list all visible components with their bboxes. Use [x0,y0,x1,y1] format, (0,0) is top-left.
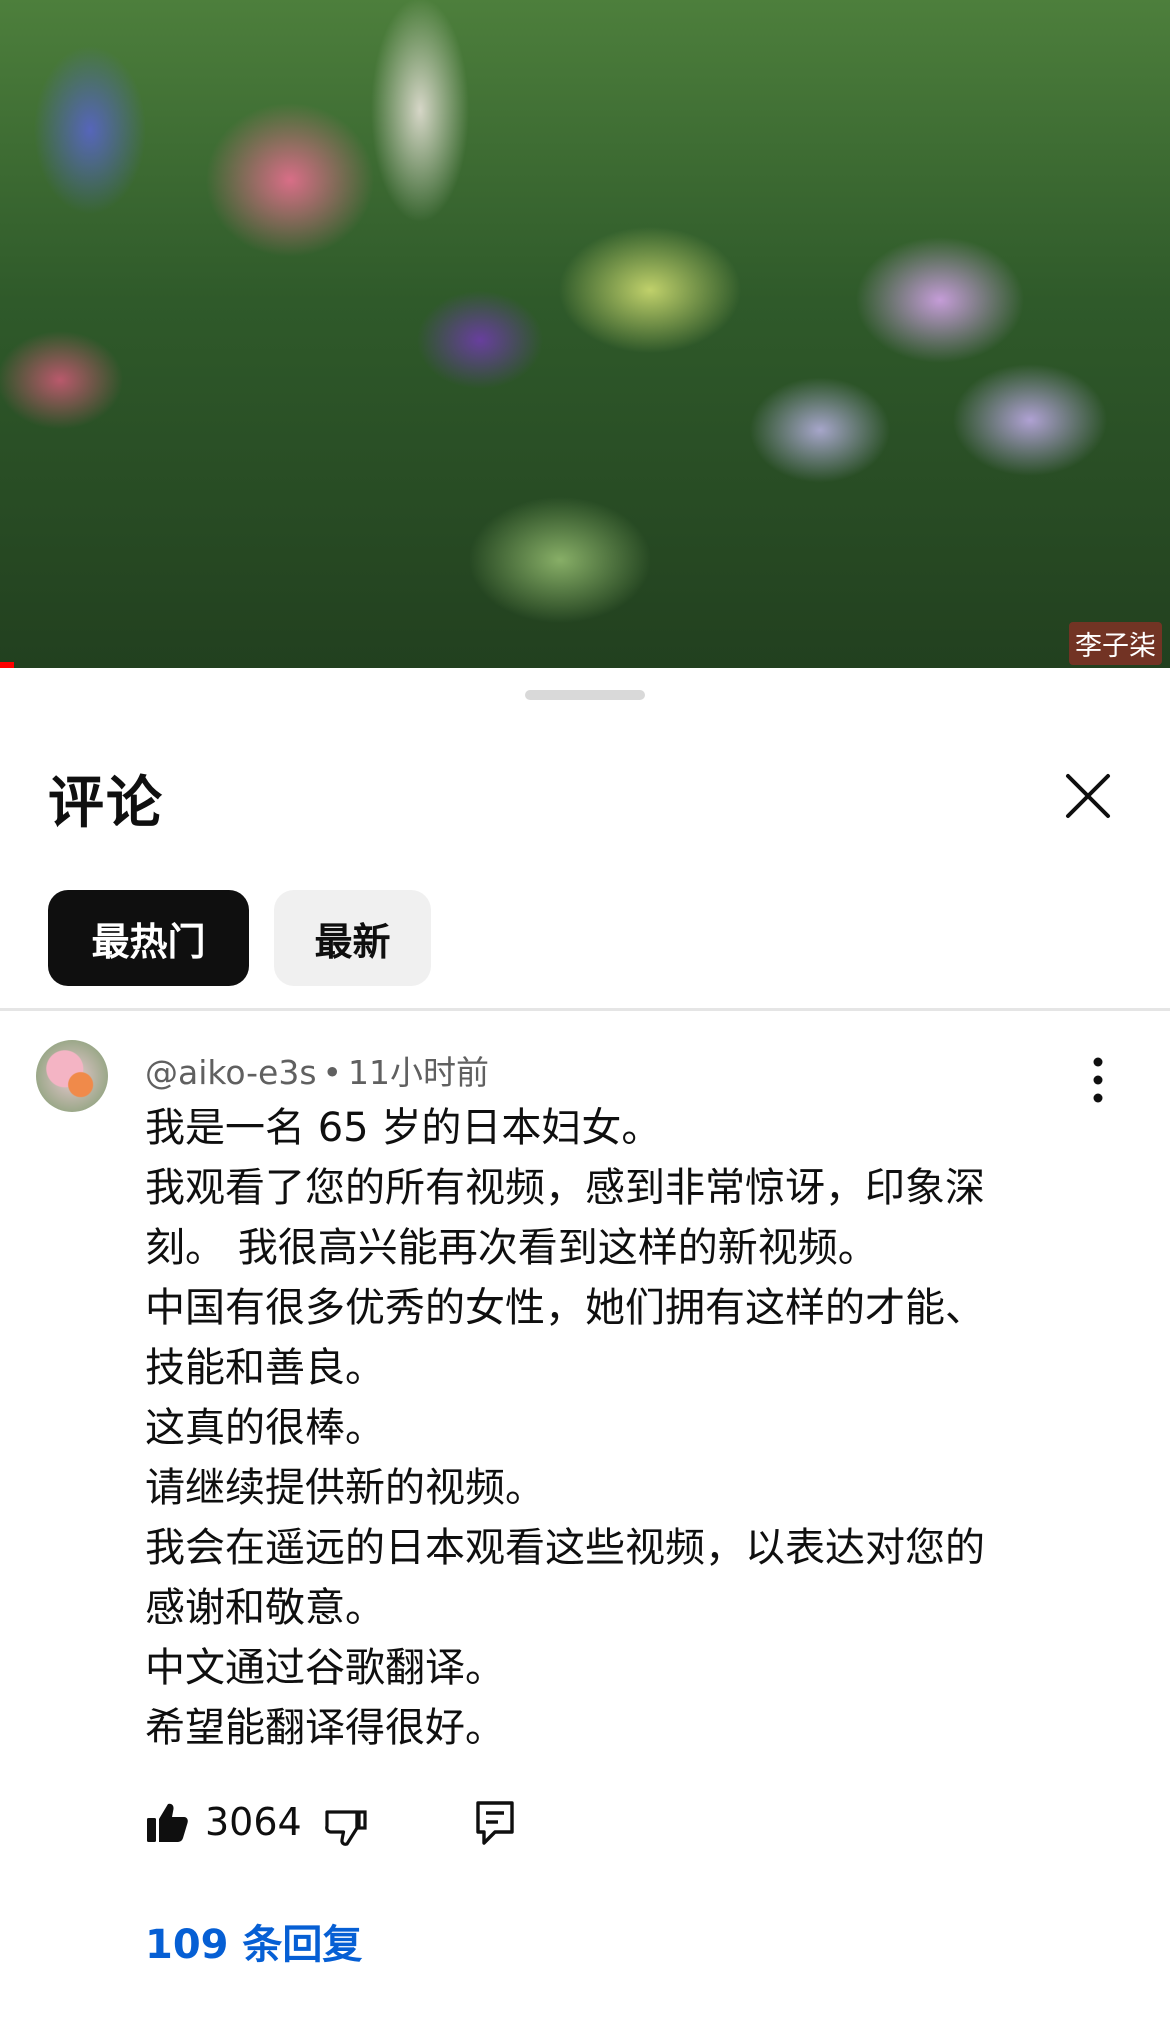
reply-button[interactable] [475,1800,515,1846]
video-player[interactable]: 李子柒 [0,0,1170,668]
view-replies-link[interactable]: 109 条回复 [145,1912,362,1970]
close-icon [1066,774,1110,818]
comment-line: 我观看了您的所有视频，感到非常惊讶，印象深 [145,1165,985,1211]
comment-line: 中文通过谷歌翻译。 [145,1645,505,1691]
comment-meta: @aiko-e3s • 11小时前 [145,1046,489,1094]
sheet-title: 评论 [48,771,164,836]
comment-line: 我是一名 65 岁的日本妇女。 [145,1105,662,1151]
sort-chip-newest[interactable]: 最新 [274,890,431,986]
comment-author[interactable]: @aiko-e3s [145,1053,317,1092]
like-count: 3064 [205,1800,302,1844]
close-button[interactable] [1060,768,1116,824]
comment-actions: 3064 [145,1796,565,1856]
comment-line: 希望能翻译得很好。 [145,1705,505,1751]
more-vert-icon [1093,1057,1103,1103]
more-options-button[interactable] [1080,1052,1116,1108]
comment-line: 技能和善良。 [145,1345,385,1391]
comments-sheet: 评论 最热门 最新 @aiko-e3s • 11小时前 我是一名 65 岁的日本妇女… [0,668,1170,2033]
comment-text: 我是一名 65 岁的日本妇女。 我观看了您的所有视频，感到非常惊讶，印象深 刻。… [145,1098,1085,1758]
thumbs-down-icon [325,1810,367,1846]
sheet-drag-handle[interactable] [525,690,645,700]
comment-line: 感谢和敬意。 [145,1585,385,1631]
dislike-button[interactable] [323,1804,369,1850]
video-watermark: 李子柒 [1069,622,1162,665]
comment-time: 11小时前 [348,1053,489,1092]
comment-line: 中国有很多优秀的女性，她们拥有这样的才能、 [145,1285,985,1331]
sort-chip-top[interactable]: 最热门 [48,890,249,986]
comment-line: 请继续提供新的视频。 [145,1465,545,1511]
meta-separator: • [322,1053,342,1092]
comment-line: 这真的很棒。 [145,1405,385,1451]
comment-line: 刻。 我很高兴能再次看到这样的新视频。 [145,1225,878,1271]
comment-line: 我会在遥远的日本观看这些视频，以表达对您的 [145,1525,985,1571]
thumbs-up-icon [147,1803,188,1842]
video-progress-bar[interactable] [0,662,14,668]
comment-reply-icon [476,1801,514,1845]
divider [0,1008,1170,1011]
like-button[interactable] [145,1800,189,1844]
avatar[interactable] [36,1040,108,1112]
